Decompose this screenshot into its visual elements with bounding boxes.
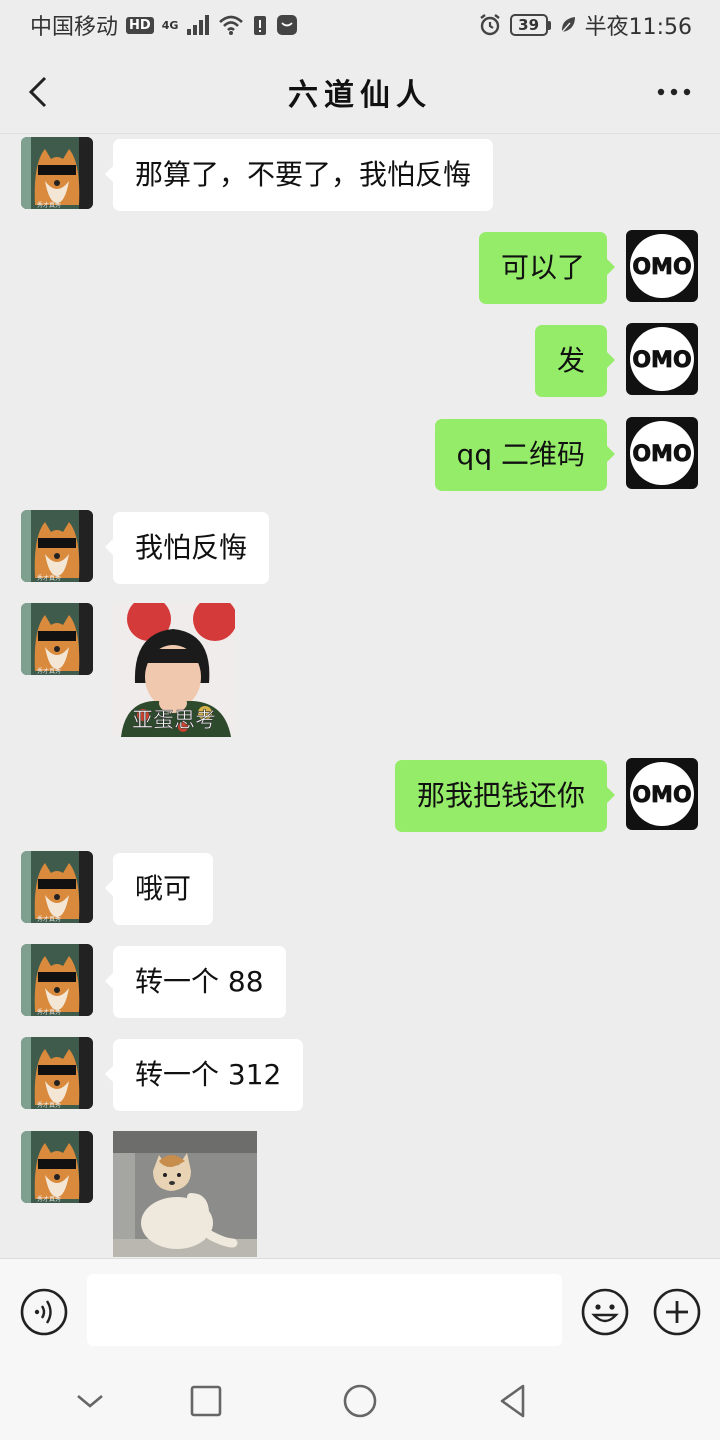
message-bubble[interactable]: 那我把钱还你 bbox=[394, 760, 616, 832]
contact-avatar[interactable]: 秀才真秀 bbox=[21, 510, 93, 582]
contact-avatar[interactable]: 秀才真秀 bbox=[21, 137, 93, 209]
network-type: 4G bbox=[161, 18, 179, 32]
emoji-button[interactable] bbox=[580, 1287, 630, 1337]
more-functions-button[interactable] bbox=[652, 1287, 702, 1337]
back-button[interactable] bbox=[18, 72, 58, 112]
message-bubble[interactable]: qq 二维码 bbox=[434, 419, 616, 491]
message-bubble[interactable]: 转一个 88 bbox=[105, 946, 286, 1018]
message-bubble[interactable]: 哦可 bbox=[104, 853, 214, 925]
message-bubble[interactable]: 那算了，不要了，我怕反悔 bbox=[104, 139, 494, 211]
circle-icon bbox=[343, 1384, 377, 1418]
square-icon bbox=[190, 1385, 222, 1417]
message-sent: OMO 可以了 bbox=[0, 230, 720, 304]
nav-recents-button[interactable] bbox=[183, 1378, 229, 1424]
battery-level: 39 bbox=[509, 14, 548, 36]
svg-text:秀才真秀: 秀才真秀 bbox=[37, 1195, 61, 1203]
sticker-sitting-dog[interactable] bbox=[113, 1131, 257, 1257]
nav-hide-keyboard-button[interactable] bbox=[67, 1378, 113, 1424]
chevron-left-icon bbox=[28, 76, 47, 108]
input-bar bbox=[0, 1258, 720, 1362]
more-dots-icon bbox=[657, 88, 691, 96]
message-sent: OMO qq 二维码 bbox=[0, 417, 720, 491]
svg-text:OMO: OMO bbox=[632, 442, 691, 467]
shiba-avatar-icon: 秀才真秀 bbox=[21, 944, 93, 1016]
message-sent: OMO 发 bbox=[0, 323, 720, 397]
message-sent: OMO 那我把钱还你 bbox=[0, 758, 720, 832]
nav-home-button[interactable] bbox=[337, 1378, 383, 1424]
contact-avatar[interactable]: 秀才真秀 bbox=[21, 603, 93, 675]
message-received: 秀才真秀 我怕反悔 bbox=[0, 510, 720, 584]
voice-icon bbox=[20, 1288, 68, 1336]
message-received: 秀才真秀 亚蛋思考 bbox=[0, 603, 720, 737]
my-avatar[interactable]: OMO bbox=[626, 323, 698, 395]
my-avatar[interactable]: OMO bbox=[626, 758, 698, 830]
my-avatar[interactable]: OMO bbox=[626, 230, 698, 302]
shiba-avatar-icon: 秀才真秀 bbox=[21, 510, 93, 582]
svg-text:OMO: OMO bbox=[632, 783, 691, 808]
wifi-icon bbox=[219, 15, 244, 35]
svg-text:秀才真秀: 秀才真秀 bbox=[37, 915, 61, 923]
svg-text:OMO: OMO bbox=[632, 348, 691, 373]
huawei-app-icon bbox=[277, 15, 298, 35]
message-input[interactable] bbox=[87, 1274, 562, 1346]
system-navigation-bar bbox=[0, 1362, 720, 1440]
svg-text:OMO: OMO bbox=[632, 255, 691, 280]
contact-avatar[interactable]: 秀才真秀 bbox=[21, 1131, 93, 1203]
message-received: 秀才真秀 那算了，不要了，我怕反悔 bbox=[0, 137, 720, 211]
message-list[interactable]: 秀才真秀 那算了，不要了，我怕反悔 OMO 可以了 OMO 发 OMO qq 二… bbox=[0, 135, 720, 1257]
hd-badge: HD bbox=[126, 16, 154, 34]
shiba-avatar-icon: 秀才真秀 bbox=[21, 1037, 93, 1109]
status-bar: 中国移动 HD 4G 39 半夜11:56 bbox=[0, 0, 720, 50]
thinking-boy-sticker-image: 亚蛋思考 bbox=[113, 603, 235, 737]
message-received: 秀才真秀 转一个 312 bbox=[0, 1037, 720, 1111]
shiba-avatar-icon: 秀才真秀 bbox=[21, 603, 93, 675]
alarm-icon bbox=[479, 14, 500, 36]
status-right: 39 半夜11:56 bbox=[478, 9, 692, 41]
message-bubble[interactable]: 可以了 bbox=[478, 232, 616, 304]
svg-text:秀才真秀: 秀才真秀 bbox=[37, 1101, 61, 1109]
leaf-icon bbox=[561, 17, 575, 33]
contact-avatar[interactable]: 秀才真秀 bbox=[21, 1037, 93, 1109]
chevron-down-icon bbox=[77, 1395, 103, 1408]
message-received: 秀才真秀 哦可 bbox=[0, 851, 720, 925]
voice-button[interactable] bbox=[19, 1287, 69, 1337]
clock-time: 半夜11:56 bbox=[584, 15, 692, 40]
svg-text:秀才真秀: 秀才真秀 bbox=[37, 667, 61, 675]
shiba-avatar-icon: 秀才真秀 bbox=[21, 851, 93, 923]
chat-title: 六道仙人 bbox=[288, 77, 432, 113]
status-left: 中国移动 HD 4G bbox=[30, 9, 298, 41]
nav-back-button[interactable] bbox=[490, 1378, 536, 1424]
my-avatar[interactable]: OMO bbox=[626, 417, 698, 489]
shiba-avatar-icon: 秀才真秀 bbox=[21, 1131, 93, 1203]
sitting-dog-sticker-image bbox=[113, 1131, 257, 1257]
svg-text:秀才真秀: 秀才真秀 bbox=[37, 201, 61, 209]
triangle-back-icon bbox=[500, 1384, 525, 1418]
omo-logo-icon: OMO bbox=[626, 417, 698, 489]
more-button[interactable] bbox=[654, 76, 694, 108]
contact-avatar[interactable]: 秀才真秀 bbox=[21, 851, 93, 923]
svg-text:秀才真秀: 秀才真秀 bbox=[37, 574, 61, 582]
svg-text:亚蛋思考: 亚蛋思考 bbox=[132, 708, 216, 732]
alert-icon bbox=[254, 16, 267, 35]
signal-icon bbox=[187, 15, 210, 35]
contact-avatar[interactable]: 秀才真秀 bbox=[21, 944, 93, 1016]
carrier-name: 中国移动 bbox=[30, 15, 119, 40]
sticker-thinking-boy[interactable]: 亚蛋思考 bbox=[113, 603, 235, 737]
message-received: 秀才真秀 转一个 88 bbox=[0, 944, 720, 1018]
emoji-icon bbox=[581, 1288, 629, 1336]
svg-text:秀才真秀: 秀才真秀 bbox=[37, 1008, 61, 1016]
message-bubble[interactable]: 发 bbox=[534, 325, 616, 397]
message-bubble[interactable]: 我怕反悔 bbox=[104, 512, 270, 584]
message-received: 秀才真秀 bbox=[0, 1131, 720, 1257]
message-bubble[interactable]: 转一个 312 bbox=[104, 1039, 304, 1111]
omo-logo-icon: OMO bbox=[626, 323, 698, 395]
shiba-avatar-icon: 秀才真秀 bbox=[21, 137, 93, 209]
chat-header: 六道仙人 bbox=[0, 50, 720, 134]
omo-logo-icon: OMO bbox=[626, 758, 698, 830]
omo-logo-icon: OMO bbox=[626, 230, 698, 302]
plus-icon bbox=[653, 1288, 701, 1336]
battery-indicator: 39 bbox=[509, 14, 551, 36]
